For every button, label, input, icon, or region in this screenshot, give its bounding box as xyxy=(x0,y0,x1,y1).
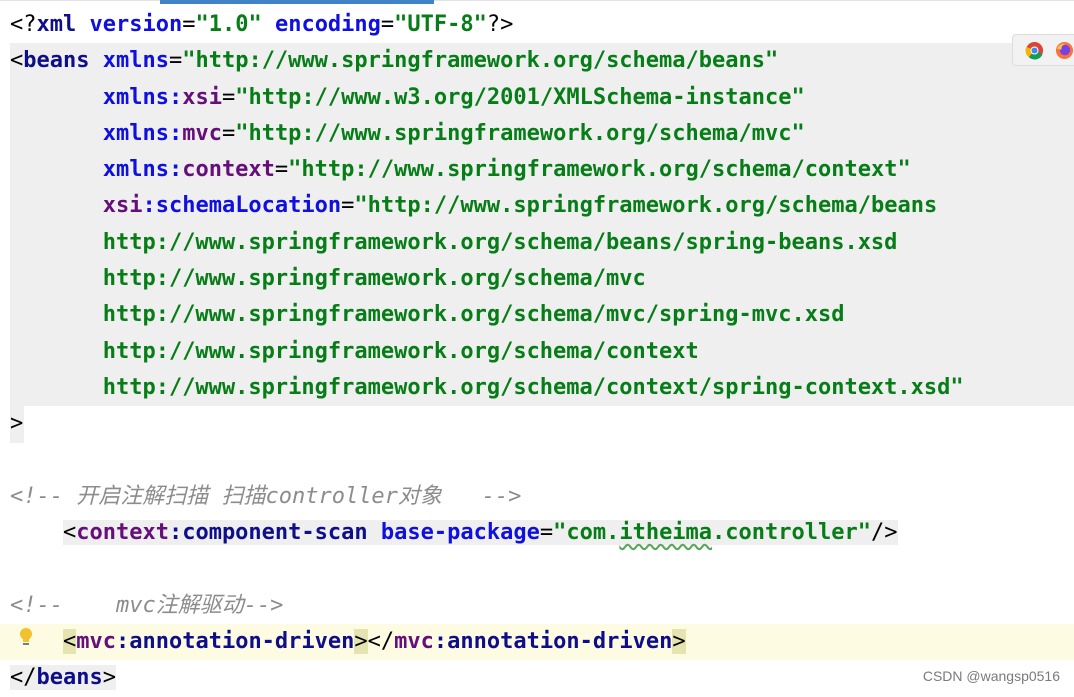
chrome-icon[interactable] xyxy=(1025,41,1044,60)
browser-preview-popup xyxy=(1012,34,1074,66)
code-line-6: xsi:schemaLocation="http://www.springfra… xyxy=(102,193,938,219)
code-line-9: http://www.springframework.org/schema/mv… xyxy=(102,302,845,328)
active-tab-indicator[interactable] xyxy=(160,0,434,4)
firefox-icon[interactable] xyxy=(1055,41,1074,60)
code-line-2: <beans xmlns="http://www.springframework… xyxy=(10,48,779,74)
code-line-15: <context:component-scan base-package="co… xyxy=(62,520,898,546)
code-line-1: <?xml version="1.0" encoding="UTF-8"?> xyxy=(10,12,514,37)
code-line-5: xmlns:context="http://www.springframewor… xyxy=(102,157,911,183)
code-line-19: </beans> xyxy=(10,665,116,691)
code-line-18-current: <mvc:annotation-driven></mvc:annotation-… xyxy=(0,624,1074,661)
code-line-17: <!-- mvc注解驱动--> xyxy=(0,588,1074,624)
comment-mvc-driven: <!-- mvc注解驱动--> xyxy=(10,592,284,618)
code-line-8: http://www.springframework.org/schema/mv… xyxy=(102,266,646,292)
typo-squiggle: itheima xyxy=(619,520,713,546)
code-line-3: xmlns:xsi="http://www.w3.org/2001/XMLSch… xyxy=(102,84,805,110)
watermark: CSDN @wangsp0516 xyxy=(922,668,1060,684)
comment-component-scan: <!-- 开启注解扫描 扫描controller对象 --> xyxy=(10,483,522,509)
lightbulb-icon[interactable] xyxy=(18,627,34,647)
editor-tab-strip xyxy=(0,0,1074,5)
code-line-10: http://www.springframework.org/schema/co… xyxy=(102,338,699,364)
code-line-14: <!-- 开启注解扫描 扫描controller对象 --> xyxy=(0,479,1074,515)
code-line-12: > xyxy=(10,411,24,437)
code-line-11: http://www.springframework.org/schema/co… xyxy=(102,374,964,400)
code-line-4: xmlns:mvc="http://www.springframework.or… xyxy=(102,120,805,146)
code-editor[interactable]: <?xml version="1.0" encoding="UTF-8"?> <… xyxy=(0,7,1074,697)
code-line-7: http://www.springframework.org/schema/be… xyxy=(102,229,898,255)
